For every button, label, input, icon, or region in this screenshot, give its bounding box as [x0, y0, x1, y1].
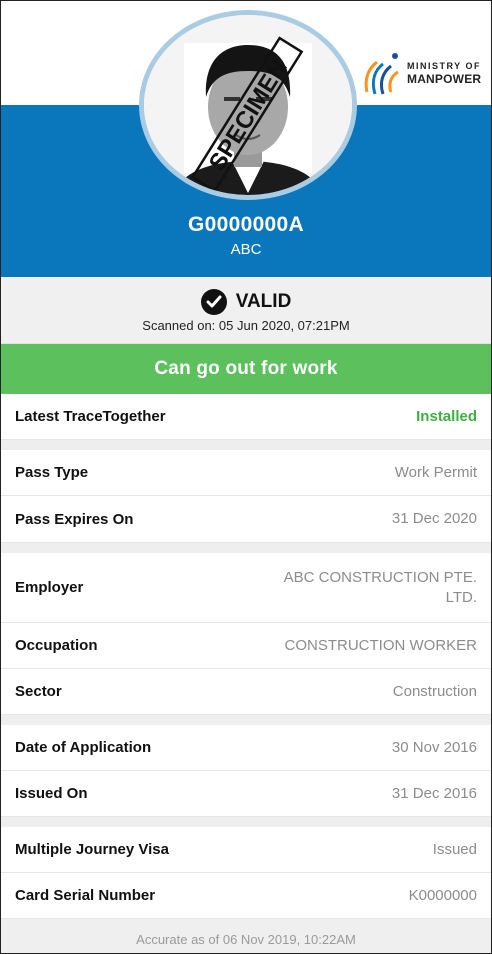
detail-row-occupation: Occupation CONSTRUCTION WORKER [1, 623, 491, 669]
row-value: 31 Dec 2016 [391, 784, 477, 802]
mom-logo-icon [364, 53, 399, 95]
detail-row-application-date: Date of Application 30 Nov 2016 [1, 725, 491, 771]
holder-photo: SPECIMEN [139, 10, 357, 200]
section-divider [1, 543, 491, 553]
row-value: Construction [392, 682, 477, 700]
accuracy-footer: Accurate as of 06 Nov 2019, 10:22AM [1, 919, 491, 953]
status-section: VALID Scanned on: 05 Jun 2020, 07:21PM [1, 277, 491, 344]
row-value: ABC CONSTRUCTION PTE. LTD. [283, 568, 477, 606]
row-value: CONSTRUCTION WORKER [284, 636, 478, 654]
row-value: 31 Dec 2020 [391, 510, 477, 527]
scanned-timestamp: Scanned on: 05 Jun 2020, 07:21PM [142, 318, 350, 333]
section-divider [1, 440, 491, 450]
pass-holder-name: ABC [230, 241, 262, 258]
row-label: Pass Type [15, 464, 89, 481]
logo-text-line1: MINISTRY OF [407, 60, 482, 71]
pass-screen: SPECIMEN MINISTRY OF MANPOWER G0000000A … [0, 0, 492, 954]
row-value: Work Permit [394, 463, 477, 481]
row-value: 30 Nov 2016 [391, 738, 477, 756]
detail-row-sector: Sector Construction [1, 669, 491, 715]
status-valid-label: VALID [235, 291, 292, 312]
row-label: Pass Expires On [15, 510, 134, 528]
detail-row-employer: Employer ABC CONSTRUCTION PTE. LTD. [1, 553, 491, 623]
detail-row-pass-type: Pass Type Work Permit [1, 450, 491, 496]
work-status-banner: Can go out for work [1, 344, 491, 394]
row-label: Date of Application [15, 739, 152, 756]
row-label: Issued On [15, 785, 88, 802]
check-circle-icon [200, 289, 227, 315]
row-label: Employer [15, 579, 84, 596]
section-divider [1, 817, 491, 827]
pass-id: G0000000A [188, 213, 304, 236]
row-value: Issued [432, 840, 477, 858]
row-value: K0000000 [408, 886, 477, 904]
detail-row-tracetogether: Latest TraceTogether Installed [1, 394, 491, 440]
detail-row-card-serial: Card Serial Number K0000000 [1, 873, 491, 919]
row-label: Latest TraceTogether [15, 408, 166, 425]
row-value: Installed [416, 407, 477, 425]
pass-header: SPECIMEN MINISTRY OF MANPOWER G0000000A … [1, 1, 491, 277]
holder-photo-image: SPECIMEN [144, 15, 352, 195]
row-label: Card Serial Number [15, 887, 156, 904]
detail-row-pass-expiry: Pass Expires On 31 Dec 2020 [1, 496, 491, 543]
logo-text-line2: MANPOWER [407, 71, 482, 86]
detail-row-mjv: Multiple Journey Visa Issued [1, 827, 491, 873]
row-label: Sector [15, 683, 62, 700]
section-divider [1, 715, 491, 725]
row-label: Occupation [15, 637, 98, 654]
detail-row-issued-on: Issued On 31 Dec 2016 [1, 771, 491, 817]
row-label: Multiple Journey Visa [15, 841, 169, 858]
mom-logo: MINISTRY OF MANPOWER [361, 45, 485, 101]
